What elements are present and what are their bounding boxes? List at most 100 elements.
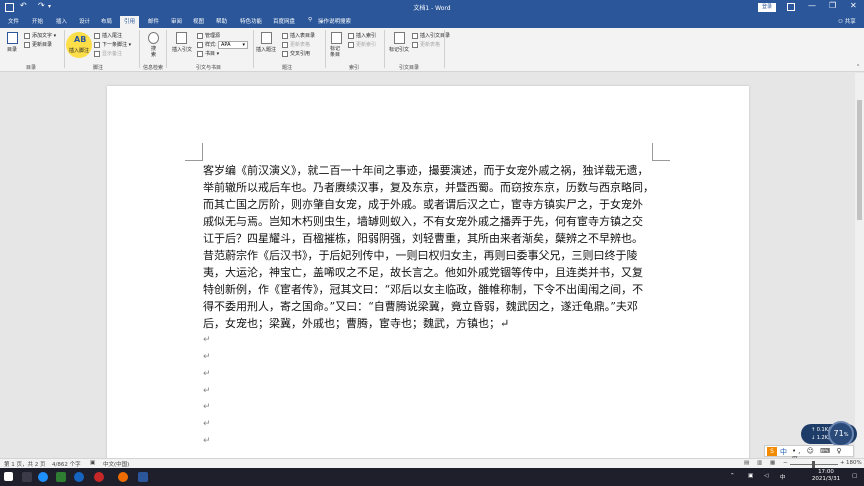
next-footnote-icon	[94, 41, 100, 48]
notification-icon[interactable]: ▢	[852, 473, 857, 479]
mark-entry-icon[interactable]	[331, 32, 342, 44]
print-layout-icon[interactable]: ▥	[757, 460, 762, 466]
tab-file[interactable]: 文件	[8, 17, 19, 25]
cross-reference-icon	[282, 50, 288, 57]
web-layout-icon[interactable]: ▦	[770, 460, 775, 466]
cross-reference-button[interactable]: 交叉引用	[282, 50, 310, 57]
mark-citation-button[interactable]: 标记引文	[389, 46, 409, 53]
insert-caption-icon[interactable]	[261, 32, 272, 44]
tab-home[interactable]: 开始	[32, 17, 43, 25]
tab-layout[interactable]: 布局	[101, 17, 112, 25]
app-icon[interactable]	[94, 472, 104, 482]
paragraph-mark: ↵	[203, 402, 211, 412]
tab-help[interactable]: 帮助	[216, 17, 227, 25]
text-line: 特创新例，作《宦者传》，冠其文曰：“邓后以女主临政，雒帷称制，下令不出闺闱之间，…	[203, 283, 644, 296]
lightbulb-icon: ⚲	[308, 17, 313, 23]
manage-sources-label: 管理源	[205, 33, 221, 39]
update-toc-icon	[24, 41, 30, 48]
tray-overflow-icon[interactable]: ⌃	[730, 473, 735, 479]
group-label-research: 信息检索	[143, 65, 164, 71]
search-button-label[interactable]: 搜索	[151, 46, 157, 58]
app-icon[interactable]	[56, 472, 66, 482]
volume-icon[interactable]: ◁	[764, 473, 768, 479]
zoom-out-icon[interactable]: −	[783, 460, 788, 466]
ime-taskbar-icon[interactable]: 中	[780, 473, 786, 481]
tab-design[interactable]: 设计	[79, 17, 90, 25]
search-icon[interactable]	[148, 32, 159, 44]
tab-references[interactable]: 引用	[120, 16, 140, 28]
word-taskbar-icon[interactable]	[138, 472, 148, 482]
update-toa-label: 更新表格	[420, 42, 441, 48]
word-count[interactable]: 4/862 个字	[52, 460, 81, 468]
close-icon[interactable]: ✕	[850, 1, 857, 10]
insert-footnote-button[interactable]: 插入脚注	[69, 47, 89, 54]
tab-features[interactable]: 特色功能	[240, 17, 262, 25]
tell-me-search[interactable]: 操作说明搜索	[318, 17, 351, 25]
chevron-down-icon: ▾	[242, 42, 245, 48]
update-index-button[interactable]: 更新索引	[348, 41, 376, 48]
language-indicator[interactable]: 中文(中国)	[103, 460, 129, 468]
bibliography-button[interactable]: 书目 ▾	[197, 50, 219, 57]
group-separator	[253, 30, 254, 68]
tab-review[interactable]: 审阅	[171, 17, 182, 25]
update-toc-button[interactable]: 更新目录	[24, 41, 52, 48]
network-icon[interactable]: ▣	[748, 473, 753, 479]
text-line: 客岁编《前汉演义》，就二百一十年间之事迹，撮要演述，而于女宠外戚之祸，独详载无遗…	[203, 164, 649, 177]
insert-citation-icon[interactable]	[176, 32, 187, 44]
insert-caption-button[interactable]: 插入题注	[256, 46, 276, 53]
tab-insert[interactable]: 插入	[56, 17, 67, 25]
zoom-level[interactable]: 180%	[846, 460, 862, 466]
citation-style-select[interactable]: APA ▾	[218, 41, 248, 49]
system-clock[interactable]: 17:00 2021/3/31	[808, 469, 844, 483]
document-title: 文档1 - Word	[413, 5, 451, 12]
ime-language-toggle[interactable]: 中	[780, 447, 787, 457]
insert-table-of-figures-button[interactable]: 插入表目录	[282, 32, 315, 39]
ime-toolbar[interactable]: S 中 •, ☺ ⌨ ♀ ⊞	[764, 445, 854, 463]
next-footnote-button[interactable]: 下一条脚注 ▾	[94, 41, 131, 48]
share-label: 共享	[844, 19, 856, 25]
insert-index-label: 插入索引	[356, 33, 377, 39]
table-of-contents-icon[interactable]	[7, 32, 18, 44]
zoom-slider-handle[interactable]	[812, 461, 815, 468]
minimize-icon[interactable]: —	[808, 1, 816, 10]
style-label: 样式:	[197, 41, 217, 48]
insert-footnote-icon[interactable]: AB	[74, 35, 86, 44]
windows-start-icon[interactable]	[4, 472, 13, 481]
zoom-in-icon[interactable]: +	[840, 460, 845, 466]
tab-baidu-netdisk[interactable]: 百度网盘	[273, 17, 295, 25]
update-toa-button[interactable]: 更新表格	[412, 41, 440, 48]
login-button[interactable]: 登录	[758, 3, 776, 12]
manage-sources-button[interactable]: 管理源	[197, 32, 220, 39]
toc-button-label[interactable]: 目录	[7, 46, 17, 53]
read-mode-icon[interactable]: ▤	[744, 460, 749, 466]
mark-entry-button[interactable]: 标记条目	[330, 46, 342, 58]
insert-citation-button[interactable]: 插入引文	[172, 46, 192, 53]
add-text-button[interactable]: 添加文字 ▾	[24, 32, 56, 39]
share-button[interactable]: ⚇ 共享	[838, 17, 856, 25]
text-line: 后，女宠也；梁冀，外戚也；曹腾，宦寺也；魏武，方镇也；↵	[203, 317, 510, 330]
update-table-label: 更新表格	[290, 42, 311, 48]
ribbon-display-options-icon[interactable]	[787, 3, 795, 11]
collapse-ribbon-icon[interactable]: ⌃	[856, 64, 860, 70]
page-count[interactable]: 第 1 页，共 2 页	[4, 460, 46, 468]
tab-view[interactable]: 视图	[193, 17, 204, 25]
document-body[interactable]: 客岁编《前汉演义》，就二百一十年间之事迹，撮要演述，而于女宠外戚之祸，独详载无遗…	[203, 162, 655, 332]
bibliography-icon	[197, 50, 203, 57]
usage-percent-circle[interactable]: 71%	[828, 421, 854, 447]
insert-toa-label: 插入引文目录	[420, 33, 451, 39]
update-table-button[interactable]: 更新表格	[282, 41, 310, 48]
task-view-icon[interactable]	[22, 472, 32, 482]
insert-endnote-button[interactable]: 插入尾注	[94, 32, 122, 39]
tab-mailings[interactable]: 邮件	[148, 17, 159, 25]
firefox-icon[interactable]	[118, 472, 128, 482]
app-icon[interactable]	[74, 472, 84, 482]
edge-browser-icon[interactable]	[38, 472, 48, 482]
text-line: 戚似无与焉。岂知木朽则虫生，墙罅则蚁入，不有女宠外戚之播弄于先，何有宦寺方镇之交	[203, 215, 643, 228]
restore-icon[interactable]: ❐	[829, 1, 836, 10]
mark-citation-icon[interactable]	[394, 32, 405, 44]
proofing-icon[interactable]: ▣	[90, 460, 95, 466]
insert-index-button[interactable]: 插入索引	[348, 32, 376, 39]
scrollbar-thumb[interactable]	[857, 100, 862, 220]
show-notes-button[interactable]: 显示备注	[94, 50, 122, 57]
ribbon: 目录 添加文字 ▾ 更新目录 目录 插入尾注 下一条脚注 ▾ 显示备注 脚注 搜…	[0, 28, 864, 72]
